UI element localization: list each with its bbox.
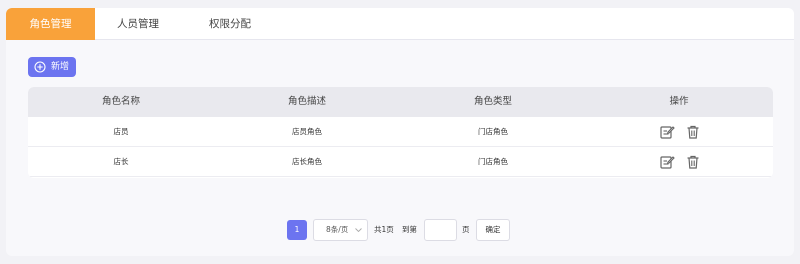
cell-role-description: 店员角色 bbox=[292, 127, 322, 136]
trash-icon[interactable] bbox=[685, 154, 701, 170]
tab-bar: 角色管理 人员管理 权限分配 bbox=[6, 8, 794, 40]
column-header-actions: 操作 bbox=[669, 96, 689, 107]
goto-page-input[interactable] bbox=[424, 219, 457, 241]
add-button-label: 新增 bbox=[51, 62, 70, 72]
page-number-button[interactable]: 1 bbox=[287, 220, 307, 240]
pagination: 1 8条/页 共1页 到第 页 确定 bbox=[6, 219, 794, 241]
chevron-down-icon bbox=[355, 228, 362, 233]
row-actions bbox=[656, 124, 706, 140]
total-pages-label: 共1页 bbox=[374, 225, 394, 234]
tab-permission-assignment[interactable]: 权限分配 bbox=[194, 8, 266, 40]
trash-icon[interactable] bbox=[685, 124, 701, 140]
column-header-role-description: 角色描述 bbox=[287, 96, 326, 107]
plus-circle-icon bbox=[34, 61, 46, 73]
cell-role-type: 门店角色 bbox=[478, 157, 508, 166]
edit-icon[interactable] bbox=[659, 154, 675, 170]
tab-staff-management[interactable]: 人员管理 bbox=[102, 8, 174, 40]
table-row: 店长 店长角色 门店角色 bbox=[28, 147, 773, 177]
role-management-panel: 角色管理 人员管理 权限分配 新增 角色名称 角色描述 角色类型 操作 店员 店… bbox=[6, 8, 794, 256]
role-table: 角色名称 角色描述 角色类型 操作 店员 店员角色 门店角色 店长 店长角色 门… bbox=[28, 87, 773, 178]
add-button[interactable]: 新增 bbox=[28, 57, 76, 77]
cell-role-name: 店长 bbox=[113, 157, 129, 166]
row-actions bbox=[656, 154, 706, 170]
cell-role-type: 门店角色 bbox=[478, 127, 508, 136]
page-unit-label: 页 bbox=[462, 225, 470, 234]
column-header-role-type: 角色类型 bbox=[473, 96, 512, 107]
table-header: 角色名称 角色描述 角色类型 操作 bbox=[28, 87, 773, 117]
tab-role-management[interactable]: 角色管理 bbox=[6, 8, 95, 40]
cell-role-name: 店员 bbox=[113, 127, 129, 136]
confirm-button[interactable]: 确定 bbox=[476, 219, 510, 241]
edit-icon[interactable] bbox=[659, 124, 675, 140]
goto-label: 到第 bbox=[402, 225, 417, 234]
cell-role-description: 店长角色 bbox=[292, 157, 322, 166]
page-size-value: 8条/页 bbox=[326, 225, 349, 234]
column-header-role-name: 角色名称 bbox=[101, 96, 140, 107]
page-size-select[interactable]: 8条/页 bbox=[313, 219, 368, 241]
table-row: 店员 店员角色 门店角色 bbox=[28, 117, 773, 147]
